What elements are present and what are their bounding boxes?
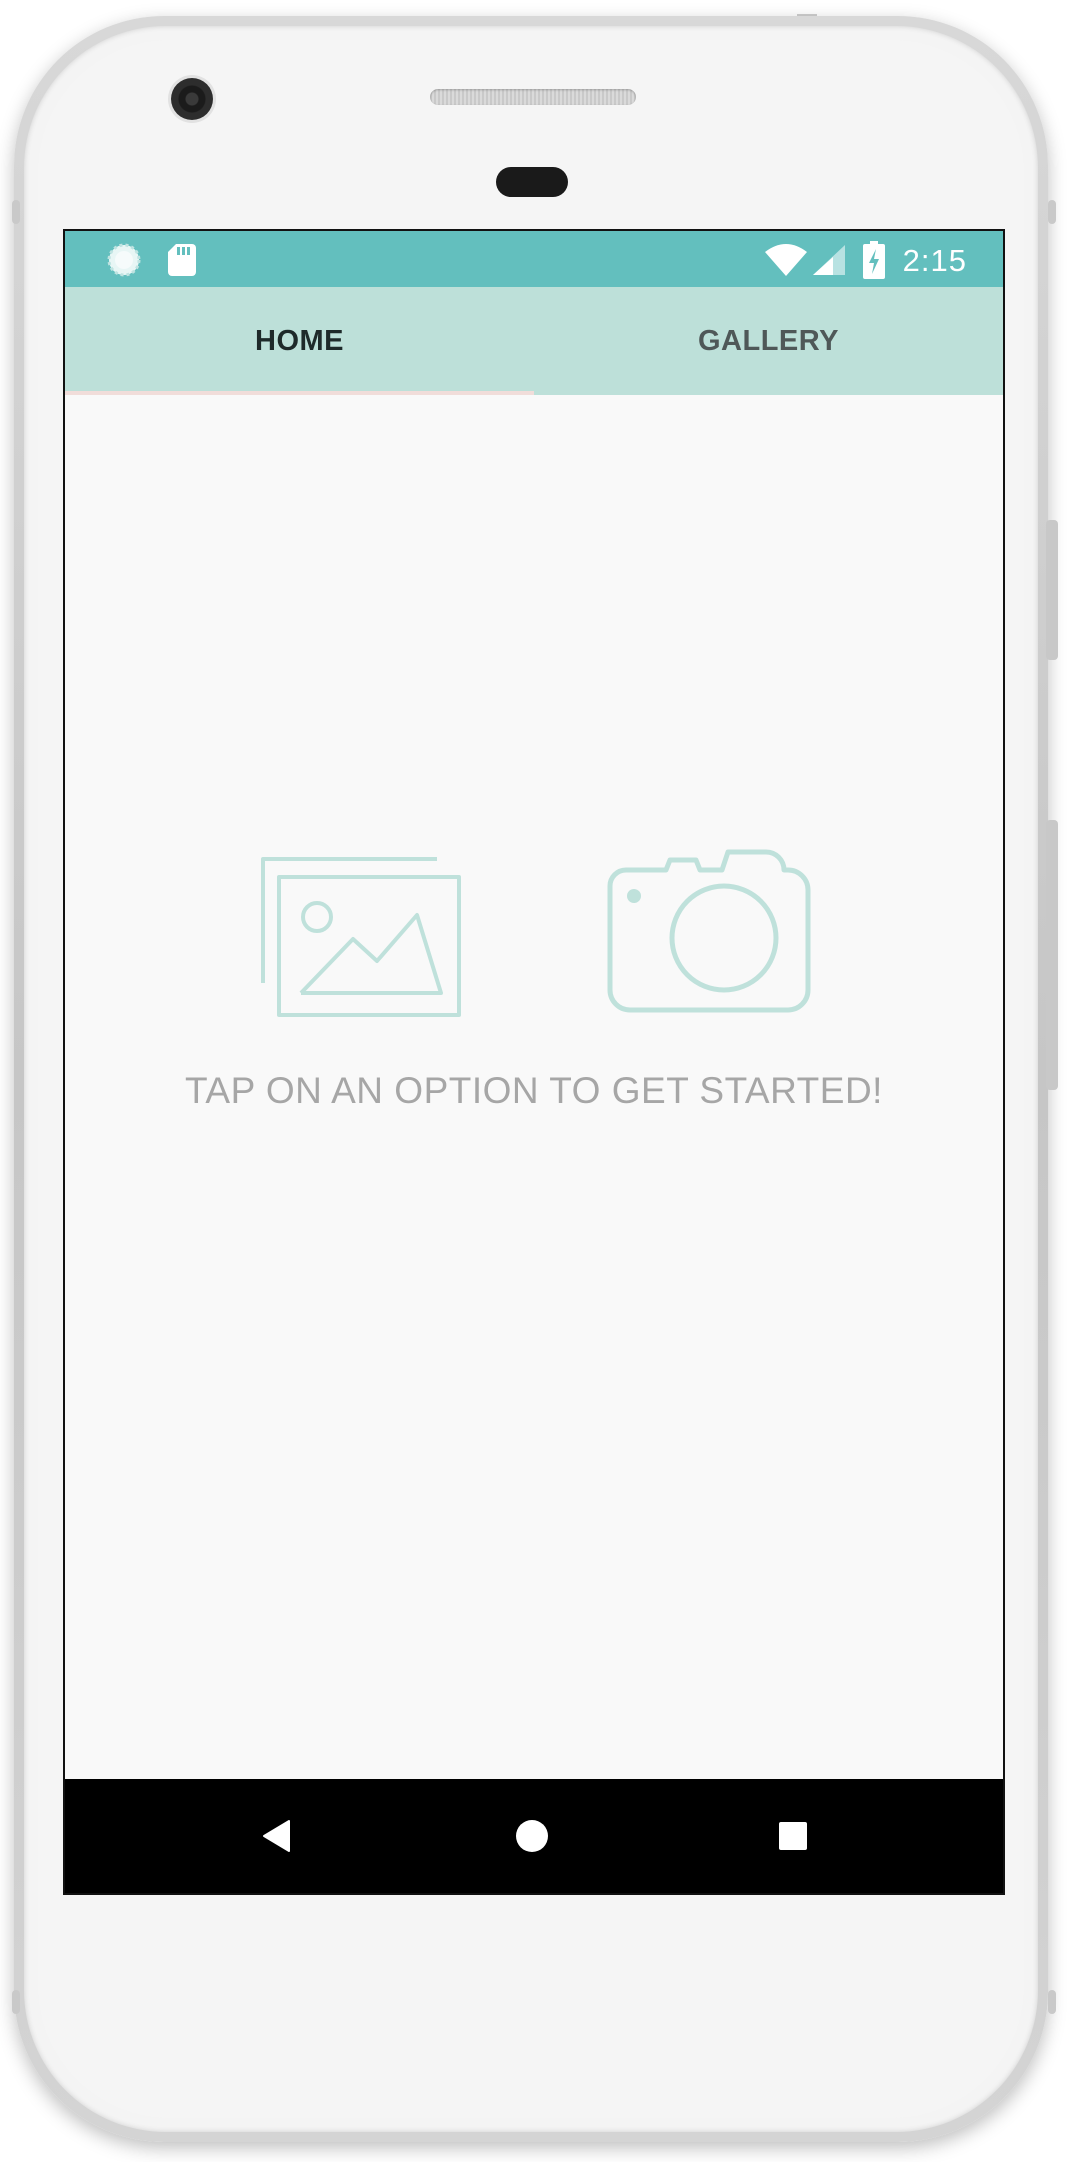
speaker-grille — [430, 89, 636, 105]
cell-signal-icon — [813, 245, 845, 275]
get-started-hint: TAP ON AN OPTION TO GET STARTED! — [185, 1070, 883, 1111]
back-icon[interactable] — [261, 1819, 291, 1853]
battery-charging-icon — [863, 241, 885, 279]
device-frame: 2:15 HOME GALLERY TAP ON AN OPTION TO GE… — [0, 0, 1068, 2162]
recents-icon[interactable] — [778, 1821, 808, 1851]
wifi-icon — [765, 244, 807, 276]
tab-gallery[interactable]: GALLERY — [534, 287, 1003, 395]
earpiece-sensor — [496, 167, 568, 197]
right-edge-accent-bottom — [1048, 1990, 1056, 2014]
status-time: 2:15 — [902, 243, 967, 278]
tab-home[interactable]: HOME — [65, 287, 534, 395]
tab-gallery-label: GALLERY — [698, 324, 839, 357]
status-bar: 2:15 — [65, 231, 1003, 287]
camera-option-button[interactable] — [606, 846, 814, 1014]
loading-spinner-icon — [107, 243, 141, 277]
volume-button — [1046, 520, 1058, 660]
home-content: TAP ON AN OPTION TO GET STARTED! — [65, 395, 1003, 1779]
left-edge-accent-bottom — [12, 1990, 20, 2014]
power-button — [1046, 820, 1058, 1090]
front-camera — [171, 78, 213, 120]
tab-home-label: HOME — [255, 324, 344, 357]
right-edge-accent-top — [1048, 200, 1056, 224]
navigation-bar — [65, 1779, 1003, 1893]
sd-card-icon — [168, 244, 196, 276]
camera-icon — [607, 849, 811, 1013]
tab-bar: HOME GALLERY — [65, 287, 1003, 395]
gallery-option-button[interactable] — [259, 855, 463, 1019]
home-icon[interactable] — [515, 1819, 549, 1853]
phone-screen: 2:15 HOME GALLERY TAP ON AN OPTION TO GE… — [63, 229, 1005, 1895]
gallery-image-icon — [261, 857, 461, 1017]
left-edge-accent-top — [12, 200, 20, 224]
